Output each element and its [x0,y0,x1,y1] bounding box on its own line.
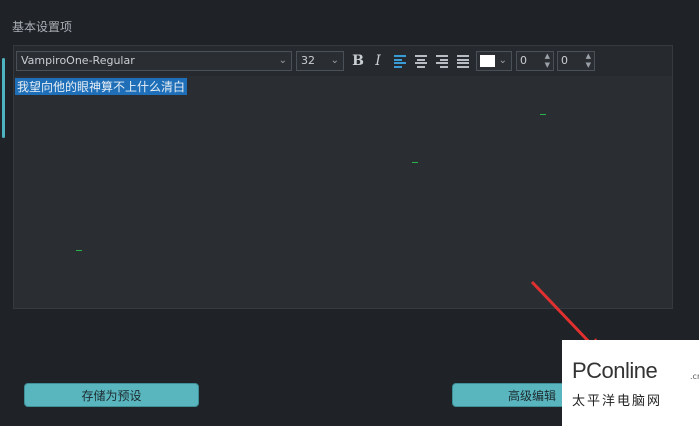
editor-toolbar: VampiroOne-Regular ⌄ 32 ⌄ B I ⌄ 0 ▲ ▼ 0 … [14,46,672,76]
align-left-icon[interactable] [394,55,406,68]
spacing-value: 0 [520,54,527,67]
watermark-cn-text: 太平洋电脑网 [572,394,663,409]
font-size-value: 32 [301,54,315,67]
line-height-stepper[interactable]: 0 ▲ ▼ [557,51,595,71]
font-family-value: VampiroOne-Regular [21,54,135,67]
pconline-watermark: PConline .cn 太平洋电脑网 [562,340,699,426]
noise-dot [76,250,82,251]
font-family-select[interactable]: VampiroOne-Regular ⌄ [16,51,292,71]
align-center-icon[interactable] [415,55,427,68]
selected-text: 我望向他的眼神算不上什么清白 [15,78,188,95]
text-editor-panel: VampiroOne-Regular ⌄ 32 ⌄ B I ⌄ 0 ▲ ▼ 0 … [13,45,673,309]
color-swatch [480,55,495,67]
text-color-select[interactable]: ⌄ [476,51,512,71]
line-height-value: 0 [561,54,568,67]
font-size-select[interactable]: 32 ⌄ [296,51,344,71]
scroll-indicator[interactable] [2,58,5,138]
watermark-domain-suffix: .cn [690,372,699,381]
chevron-down-icon: ⌄ [498,55,507,66]
align-justify-icon[interactable] [457,55,469,68]
align-right-icon[interactable] [436,55,448,68]
bold-button[interactable]: B [350,52,366,70]
stepper-arrows-icon[interactable]: ▲ ▼ [545,52,550,70]
section-title: 基本设置项 [12,20,73,34]
chevron-down-icon: ⌄ [330,55,339,66]
noise-dot [540,114,546,115]
spacing-stepper[interactable]: 0 ▲ ▼ [516,51,554,71]
noise-dot [412,162,418,163]
text-input-area[interactable]: 我望向他的眼神算不上什么清白 [14,76,672,308]
watermark-logo-text: PConline [572,358,658,383]
chevron-down-icon: ⌄ [278,55,287,66]
save-preset-button[interactable]: 存储为预设 [24,383,199,407]
stepper-arrows-icon[interactable]: ▲ ▼ [586,52,591,70]
italic-button[interactable]: I [370,52,386,70]
